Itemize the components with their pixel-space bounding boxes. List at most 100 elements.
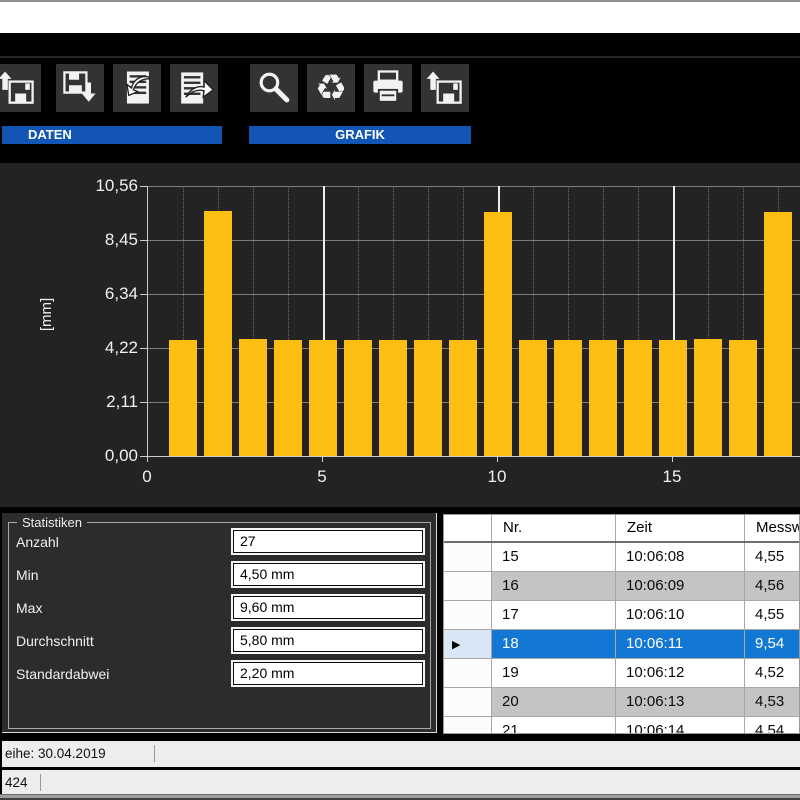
- y-tick-label: 4,22: [58, 338, 138, 358]
- x-tick-mark: [672, 457, 673, 462]
- stat-value-input[interactable]: 4,50 mm: [233, 563, 423, 586]
- y-tick-label: 0,00: [58, 446, 138, 466]
- row-header-cell: [444, 543, 492, 571]
- bar-measurement-3: [239, 339, 267, 456]
- h-gridline: [148, 240, 800, 241]
- bar-measurement-13: [589, 340, 617, 456]
- x-tick-label: 10: [477, 467, 517, 487]
- column-header-zeit[interactable]: Zeit: [616, 515, 745, 541]
- toolbar-group-label-grafik: GRAFIK: [249, 126, 471, 144]
- export-data-button[interactable]: [170, 64, 218, 112]
- stat-field-row: Anzahl27: [16, 530, 423, 553]
- save-graphic-button[interactable]: [421, 64, 469, 112]
- stat-label: Durchschnitt: [16, 633, 233, 649]
- cell-nr: 16: [492, 572, 616, 600]
- toolbar-divider: [0, 56, 800, 58]
- stat-label: Max: [16, 600, 233, 616]
- save-data-button[interactable]: [56, 64, 104, 112]
- cell-zeit: 10:06:08: [616, 543, 745, 571]
- column-header-nr[interactable]: Nr.: [492, 515, 616, 541]
- print-icon: [366, 66, 410, 110]
- table-row-19[interactable]: 1910:06:124,52: [444, 659, 799, 688]
- toolbar-group-label-daten: DATEN: [2, 126, 222, 144]
- x-tick-mark: [497, 457, 498, 462]
- table-row-15[interactable]: 1510:06:084,55: [444, 543, 799, 572]
- cell-messwert: 4,55: [745, 543, 800, 571]
- table-row-17[interactable]: 1710:06:104,55: [444, 601, 799, 630]
- stat-label: Min: [16, 567, 233, 583]
- row-header-cell: [444, 572, 492, 600]
- cell-zeit: 10:06:13: [616, 688, 745, 716]
- y-tick-mark: [140, 348, 147, 349]
- column-header-messwert[interactable]: Messwert: [745, 515, 800, 541]
- refresh-button[interactable]: ♻: [307, 64, 355, 112]
- status-device-number: 424: [5, 770, 28, 795]
- stat-value-input[interactable]: 5,80 mm: [233, 629, 423, 652]
- stat-value-input[interactable]: 27: [233, 530, 423, 553]
- x-tick-label: 15: [652, 467, 692, 487]
- x-tick-label: 5: [302, 467, 342, 487]
- import-document-icon: [115, 66, 159, 110]
- bar-measurement-16: [694, 339, 722, 456]
- bar-chart-plot-area: [147, 186, 800, 457]
- bar-measurement-14: [624, 340, 652, 456]
- selected-row-arrow-icon: ▶: [452, 638, 460, 651]
- y-tick-label: 10,56: [58, 176, 138, 196]
- save-graphic-floppy-up-icon: [423, 66, 467, 110]
- print-button[interactable]: [364, 64, 412, 112]
- table-row-20[interactable]: 2010:06:134,53: [444, 688, 799, 717]
- window-title-bar: [0, 2, 800, 33]
- window-bottom-edge: [0, 794, 800, 800]
- measurement-table: Nr. Zeit Messwert 1510:06:084,551610:06:…: [443, 514, 800, 734]
- stat-field-row: Standardabwei2,20 mm: [16, 662, 423, 685]
- import-data-button[interactable]: [113, 64, 161, 112]
- y-tick-mark: [140, 240, 147, 241]
- cell-messwert: 9,54: [745, 630, 800, 658]
- status-bar-2: 424: [0, 770, 800, 794]
- y-tick-label: 2,11: [58, 392, 138, 412]
- table-row-18[interactable]: ▶1810:06:119,54: [444, 630, 799, 659]
- y-tick-mark: [140, 294, 147, 295]
- export-document-icon: [172, 66, 216, 110]
- cell-zeit: 10:06:09: [616, 572, 745, 600]
- bar-measurement-2: [204, 211, 232, 456]
- bar-measurement-6: [344, 340, 372, 456]
- bar-measurement-11: [519, 340, 547, 456]
- status-separator: [154, 745, 155, 762]
- table-row-16[interactable]: 1610:06:094,56: [444, 572, 799, 601]
- cell-nr: 19: [492, 659, 616, 687]
- table-row-21[interactable]: 2110:06:144,54: [444, 717, 799, 734]
- stat-label: Anzahl: [16, 534, 233, 550]
- cell-zeit: 10:06:12: [616, 659, 745, 687]
- bar-measurement-12: [554, 340, 582, 456]
- h-gridline: [148, 294, 800, 295]
- statistics-groupbox-title: Statistiken: [17, 515, 87, 530]
- refresh-recycle-icon: ♻: [315, 66, 347, 110]
- load-data-floppy-up-icon: [0, 66, 39, 110]
- chart-y-axis-title: [mm]: [38, 298, 55, 331]
- table-header-row: Nr. Zeit Messwert: [444, 515, 799, 543]
- stat-value-input[interactable]: 2,20 mm: [233, 662, 423, 685]
- x-tick-mark: [322, 457, 323, 462]
- statistics-panel: Statistiken Anzahl27Min4,50 mmMax9,60 mm…: [2, 513, 437, 733]
- h-gridline: [148, 186, 800, 187]
- load-data-button[interactable]: [0, 64, 41, 112]
- bar-measurement-5: [309, 340, 337, 456]
- cell-zeit: 10:06:10: [616, 601, 745, 629]
- y-tick-mark: [140, 456, 147, 457]
- cell-messwert: 4,56: [745, 572, 800, 600]
- stat-label: Standardabwei: [16, 666, 233, 682]
- cell-nr: 21: [492, 717, 616, 734]
- zoom-button[interactable]: [250, 64, 298, 112]
- bar-measurement-10: [484, 212, 512, 456]
- status-series-date: eihe: 30.04.2019: [5, 741, 106, 766]
- cell-nr: 20: [492, 688, 616, 716]
- x-tick-label: 0: [127, 467, 167, 487]
- stat-value-input[interactable]: 9,60 mm: [233, 596, 423, 619]
- bar-measurement-18: [764, 212, 792, 456]
- stat-field-row: Max9,60 mm: [16, 596, 423, 619]
- cell-zeit: 10:06:14: [616, 717, 745, 734]
- statistics-fields: Anzahl27Min4,50 mmMax9,60 mmDurchschnitt…: [16, 530, 423, 695]
- cell-messwert: 4,55: [745, 601, 800, 629]
- bar-measurement-17: [729, 340, 757, 456]
